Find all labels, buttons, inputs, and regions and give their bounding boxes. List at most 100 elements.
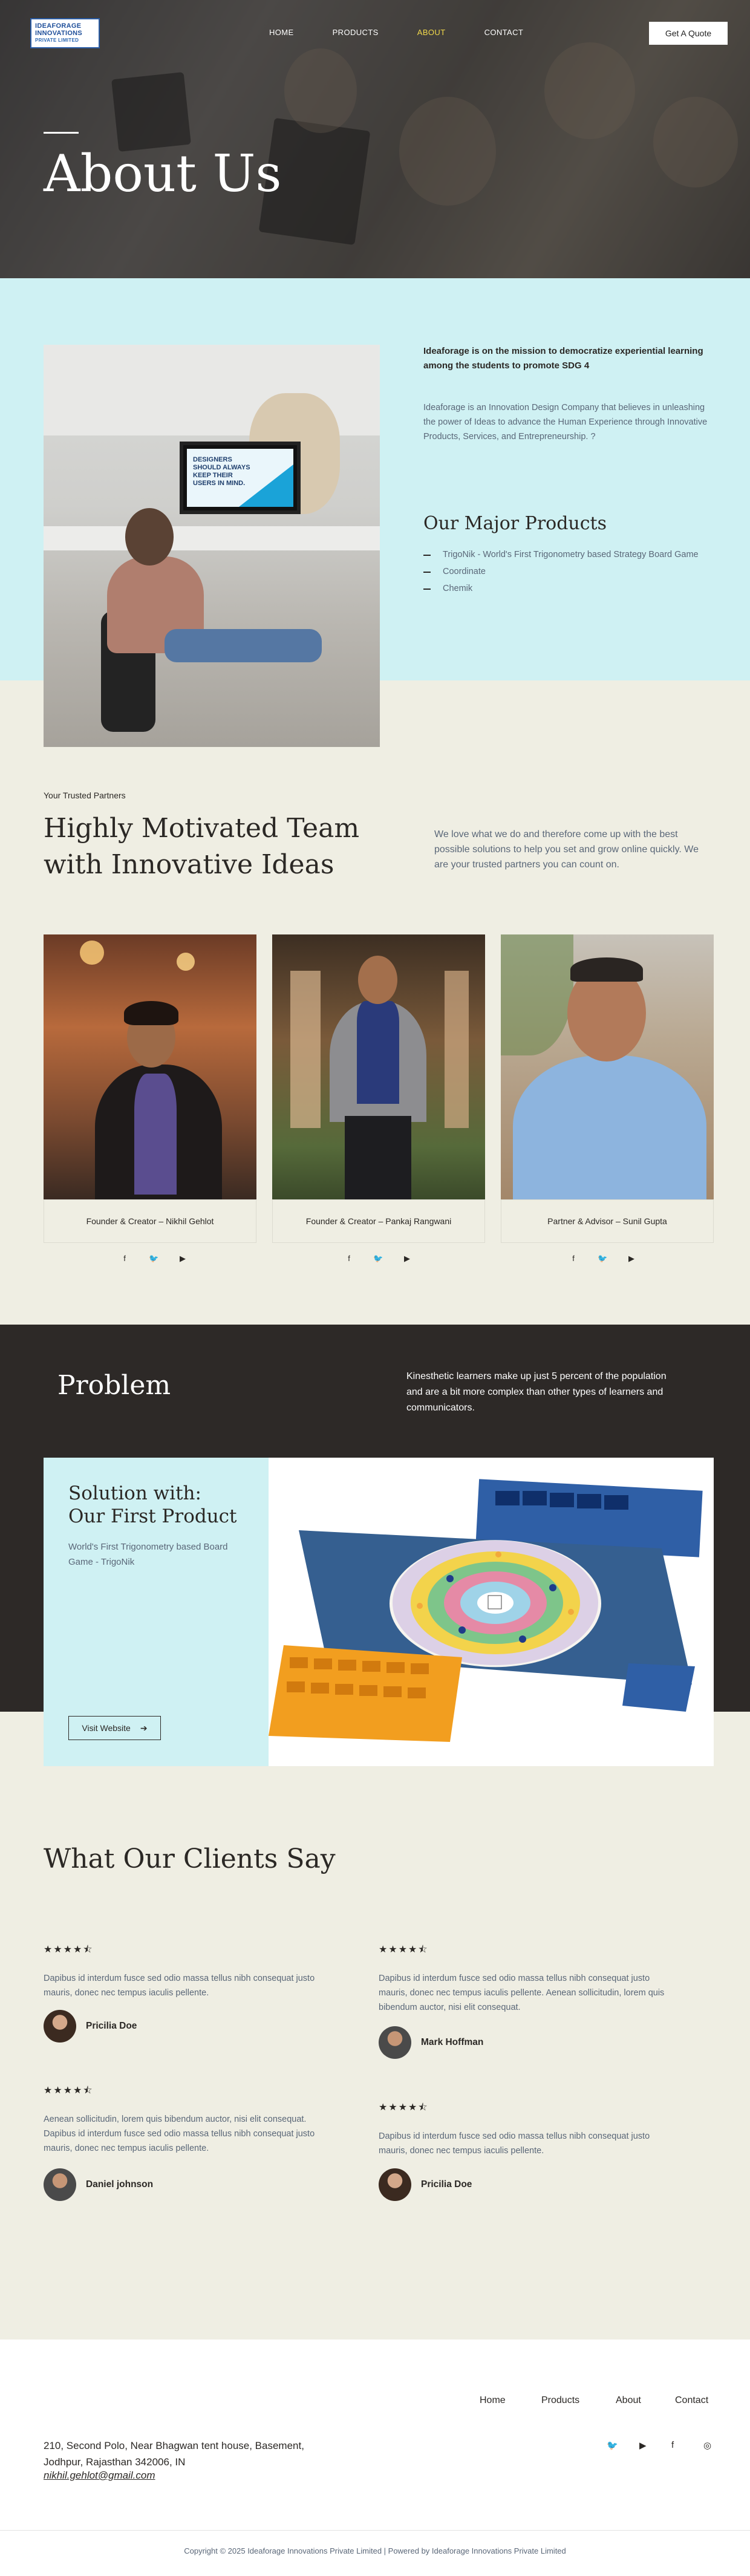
logo-line1: IDEAFORAGE [35, 22, 82, 30]
board-game-illustration [269, 1479, 703, 1742]
team-photo [272, 934, 485, 1199]
logo-line2: INNOVATIONS [35, 30, 83, 37]
youtube-icon[interactable]: ▶ [402, 1254, 412, 1264]
products-list: TrigoNik - World's First Trigonometry ba… [423, 547, 702, 598]
footer-nav-contact[interactable]: Contact [675, 2395, 708, 2406]
visit-website-button[interactable]: Visit Website ➔ [68, 1716, 161, 1740]
hero-section: IDEAFORAGE INNOVATIONS PRIVATE LIMITED H… [0, 0, 750, 278]
team-card: Partner & Advisor – Sunil Gupta [501, 934, 714, 1246]
avatar [44, 2010, 76, 2043]
solution-heading-line1: Solution with: [68, 1482, 201, 1504]
youtube-icon[interactable]: ▶ [178, 1254, 188, 1264]
team-photo [44, 934, 256, 1199]
twitter-icon[interactable]: 🐦 [373, 1254, 383, 1264]
copyright: Copyright © 2025 Ideaforage Innovations … [184, 2546, 566, 2555]
testimonial-text: Aenean sollicitudin, lorem quis bibendum… [44, 2115, 315, 2153]
team-eyebrow: Your Trusted Partners [44, 791, 126, 800]
image-monitor: DESIGNERS SHOULD ALWAYS KEEP THEIR USERS… [180, 442, 301, 514]
image-desk [44, 526, 380, 550]
team-social-links: f 🐦 ▶ [569, 1254, 636, 1264]
main-nav: HOME PRODUCTS ABOUT CONTACT [269, 28, 562, 37]
company-logo[interactable]: IDEAFORAGE INNOVATIONS PRIVATE LIMITED [30, 18, 100, 48]
testimonial-card: ★★★★⯪ Dapibus id interdum fusce sed odio… [379, 2101, 675, 2158]
twitter-icon[interactable]: 🐦 [149, 1254, 158, 1264]
twitter-icon[interactable]: 🐦 [607, 2440, 618, 2451]
facebook-icon[interactable]: f [569, 1254, 578, 1264]
image-woman-head [125, 508, 174, 566]
about-office-image: DESIGNERS SHOULD ALWAYS KEEP THEIR USERS… [44, 345, 380, 747]
footer-nav-about[interactable]: About [616, 2395, 641, 2406]
footer-address: 210, Second Polo, Near Bhagwan tent hous… [44, 2437, 358, 2470]
nav-about[interactable]: ABOUT [417, 28, 446, 37]
solution-description: World's First Trigonometry based Board G… [68, 1542, 228, 1567]
logo-line3: PRIVATE LIMITED [35, 37, 79, 43]
testimonial-card: ★★★★⯪ Dapibus id interdum fusce sed odio… [379, 1943, 675, 2015]
avatar [379, 2168, 411, 2201]
problem-description: Kinesthetic learners make up just 5 perc… [406, 1371, 667, 1413]
author-name: Pricilia Doe [86, 2021, 137, 2031]
author-name: Mark Hoffman [421, 2037, 484, 2047]
solution-heading-line2: Our First Product [68, 1505, 237, 1527]
instagram-icon[interactable]: ◎ [703, 2440, 711, 2451]
author-name: Daniel johnson [86, 2179, 154, 2190]
testimonials-heading: What Our Clients Say [44, 1844, 336, 1874]
testimonial-text: Dapibus id interdum fusce sed odio massa… [44, 1974, 315, 1998]
about-description: Ideaforage is an Innovation Design Compa… [423, 403, 708, 442]
board-game-image [269, 1458, 714, 1766]
get-quote-button[interactable]: Get A Quote [649, 22, 728, 45]
team-social-links: f 🐦 ▶ [344, 1254, 412, 1264]
testimonial-card: ★★★★⯪ Aenean sollicitudin, lorem quis bi… [44, 2084, 340, 2156]
testimonial-text: Dapibus id interdum fusce sed odio massa… [379, 2131, 650, 2156]
footer-nav-products[interactable]: Products [541, 2395, 579, 2406]
address-line2: Jodhpur, Rajasthan 342006, IN [44, 2456, 186, 2468]
facebook-icon[interactable]: f [344, 1254, 354, 1264]
products-heading: Our Major Products [423, 513, 607, 534]
team-member-name: Founder & Creator – Nikhil Gehlot [44, 1199, 256, 1243]
twitter-icon[interactable]: 🐦 [598, 1254, 607, 1264]
image-jeans [165, 629, 322, 662]
avatar [379, 2026, 411, 2059]
product-item: TrigoNik - World's First Trigonometry ba… [423, 547, 702, 562]
nav-home[interactable]: HOME [269, 28, 294, 37]
mission-statement: Ideaforage is on the mission to democrat… [423, 346, 703, 371]
nav-products[interactable]: PRODUCTS [333, 28, 379, 37]
testimonial-author: Mark Hoffman [379, 2026, 483, 2059]
youtube-icon[interactable]: ▶ [627, 1254, 636, 1264]
product-item: Chemik [423, 581, 702, 596]
team-member-name: Partner & Advisor – Sunil Gupta [501, 1199, 714, 1243]
team-card: Founder & Creator – Pankaj Rangwani [272, 934, 485, 1246]
team-member-name: Founder & Creator – Pankaj Rangwani [272, 1199, 485, 1243]
solution-heading: Solution with: Our First Product [68, 1482, 250, 1528]
footer-nav-home[interactable]: Home [480, 2395, 506, 2406]
page-title: About Us [44, 144, 282, 203]
star-rating-icon: ★★★★⯪ [379, 1945, 429, 1955]
product-item: Coordinate [423, 564, 702, 579]
facebook-icon[interactable]: f [120, 1254, 129, 1264]
team-card: Founder & Creator – Nikhil Gehlot [44, 934, 256, 1246]
testimonial-author: Daniel johnson [44, 2168, 153, 2201]
star-rating-icon: ★★★★⯪ [44, 2085, 94, 2096]
team-description: We love what we do and therefore come up… [434, 829, 699, 870]
visit-website-label: Visit Website [82, 1723, 131, 1733]
nav-contact[interactable]: CONTACT [484, 28, 524, 37]
address-line1: 210, Second Polo, Near Bhagwan tent hous… [44, 2440, 304, 2451]
testimonial-text: Dapibus id interdum fusce sed odio massa… [379, 1974, 665, 2012]
facebook-icon[interactable]: f [671, 2440, 674, 2450]
problem-heading: Problem [57, 1370, 171, 1401]
footer-email-link[interactable]: nikhil.gehlot@gmail.com [44, 2470, 155, 2482]
arrow-right-icon: ➔ [140, 1723, 148, 1733]
hero-rule [44, 132, 79, 134]
avatar [44, 2168, 76, 2201]
testimonial-author: Pricilia Doe [44, 2010, 137, 2043]
testimonial-author: Pricilia Doe [379, 2168, 472, 2201]
hero-overlay [0, 0, 750, 278]
team-social-links: f 🐦 ▶ [120, 1254, 188, 1264]
testimonial-card: ★★★★⯪ Dapibus id interdum fusce sed odio… [44, 1943, 340, 2000]
team-heading: Highly Motivated Team with Innovative Id… [44, 813, 360, 880]
youtube-icon[interactable]: ▶ [639, 2440, 647, 2451]
author-name: Pricilia Doe [421, 2179, 472, 2190]
star-rating-icon: ★★★★⯪ [44, 1945, 94, 1955]
team-photo [501, 934, 714, 1199]
footer-divider [0, 2530, 750, 2531]
star-rating-icon: ★★★★⯪ [379, 2102, 429, 2113]
